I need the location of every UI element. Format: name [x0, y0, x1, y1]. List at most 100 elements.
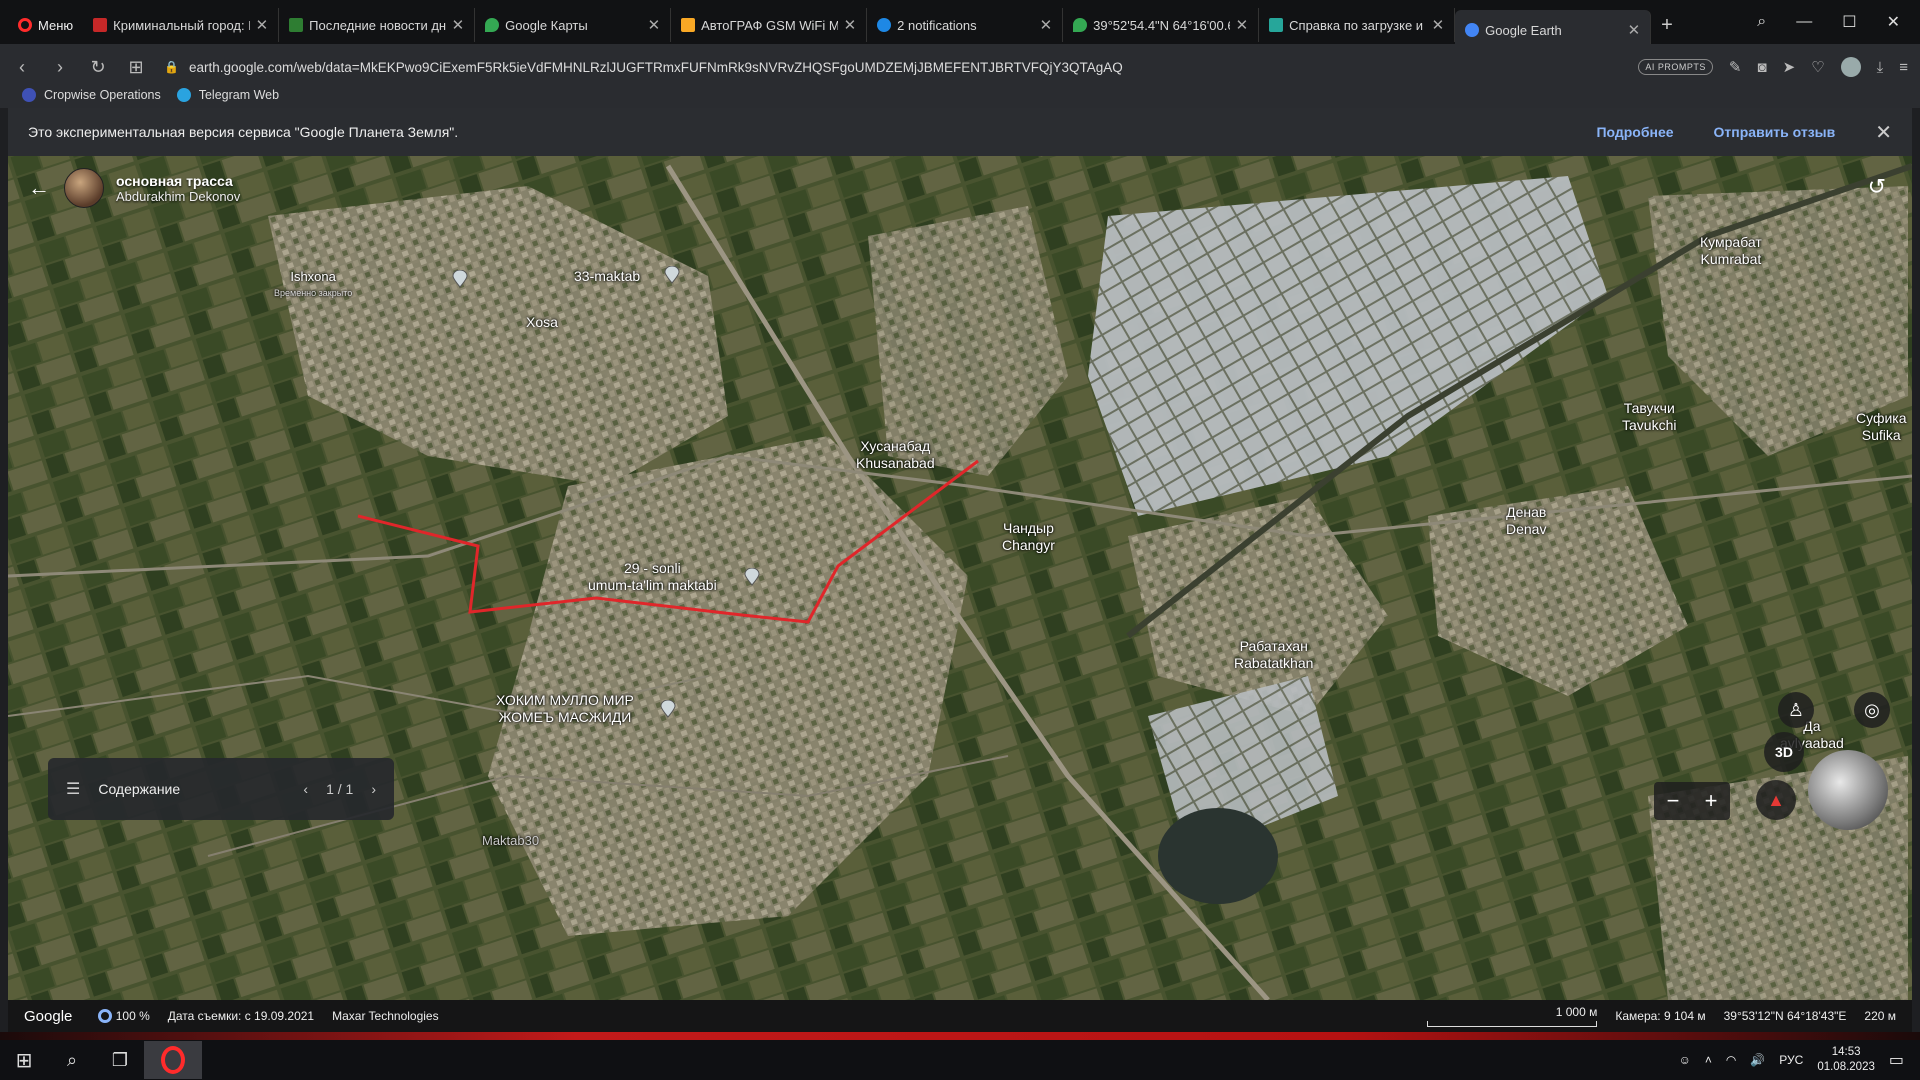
volume-icon[interactable]: 🔊 [1750, 1053, 1765, 1067]
place-label-changyr[interactable]: Чандыр Changyr [1002, 520, 1055, 554]
place-label-kumrabat[interactable]: Кумрабат Kumrabat [1700, 234, 1762, 268]
back-icon[interactable]: ‹ [12, 57, 32, 78]
reset-view-icon[interactable]: ↺ [1868, 174, 1886, 200]
clock[interactable]: 14:53 01.08.2023 [1817, 1045, 1875, 1075]
edit-icon[interactable]: ✎ [1729, 58, 1742, 76]
school-pin-icon[interactable] [744, 568, 760, 586]
page-indicator: 1 / 1 [326, 781, 354, 797]
tab-coordinates[interactable]: 39°52'54.4"N 64°16'00.6"E ✕ [1063, 8, 1260, 42]
close-window-icon[interactable]: ✕ [1887, 12, 1900, 32]
bookmark-telegram[interactable]: Telegram Web [176, 88, 280, 102]
place-label-rabatakhan[interactable]: Рабатахан Rabatatkhan [1234, 638, 1313, 672]
tab-close-icon[interactable]: ✕ [1628, 21, 1641, 39]
task-view-icon[interactable]: ❐ [96, 1040, 144, 1080]
notifications-icon[interactable]: ▭ [1889, 1050, 1904, 1070]
reload-icon[interactable]: ↻ [88, 57, 108, 78]
bookmark-cropwise[interactable]: Cropwise Operations [22, 88, 161, 102]
school-pin-icon[interactable] [664, 266, 680, 284]
tab-notifications[interactable]: 2 notifications ✕ [867, 8, 1064, 42]
bookmark-label: Cropwise Operations [44, 88, 161, 102]
prev-page-icon[interactable]: ‹ [303, 781, 308, 797]
place-label-denav[interactable]: Денав Denav [1506, 504, 1546, 538]
tab-close-icon[interactable]: ✕ [452, 16, 465, 34]
profile-avatar-icon[interactable] [1840, 57, 1861, 77]
minimize-icon[interactable]: — [1796, 13, 1812, 31]
place-label-ishxona[interactable]: Ishxona Временно закрыто [274, 268, 352, 302]
tab-favicon-icon [93, 18, 108, 32]
send-feedback-link[interactable]: Отправить отзыв [1714, 124, 1836, 140]
banner-close-icon[interactable]: ✕ [1875, 120, 1892, 145]
url-field[interactable]: 🔒 earth.google.com/web/data=MkEKPwo9CiEx… [164, 60, 1620, 75]
toggle-3d-button[interactable]: 3D [1764, 732, 1804, 772]
place-label-maktab33[interactable]: 33-maktab [574, 268, 640, 285]
tab-close-icon[interactable]: ✕ [648, 16, 661, 34]
zoom-out-icon[interactable]: − [1667, 788, 1680, 814]
project-author: Abdurakhim Dekonov [116, 188, 241, 204]
cropwise-icon [22, 88, 36, 102]
place-label-school29[interactable]: 29 - sonli umum-ta'lim maktabi [588, 560, 717, 594]
opera-logo-icon [18, 18, 32, 32]
tab-news[interactable]: Последние новости дня в ✕ [279, 8, 476, 42]
imagery-provider[interactable]: Maxar Technologies [332, 1009, 439, 1023]
zoom-in-icon[interactable]: + [1705, 788, 1718, 814]
camera-icon[interactable]: ◙ [1758, 59, 1767, 76]
language-indicator[interactable]: РУС [1779, 1053, 1803, 1067]
ground-elevation: 220 м [1864, 1009, 1896, 1023]
ai-prompts-button[interactable]: AI PROMPTS [1638, 59, 1713, 75]
earth-map-viewport[interactable]: ← основная трасса Abdurakhim Dekonov ↺ I… [8, 156, 1912, 1000]
tab-help[interactable]: Справка по загрузке и уст ✕ [1259, 8, 1456, 42]
tab-close-icon[interactable]: ✕ [1040, 16, 1053, 34]
place-label-tavukchi[interactable]: Тавукчи Tavukchi [1622, 400, 1676, 434]
place-label-maktab30[interactable]: Maktab30 [482, 832, 539, 849]
tab-label: АвтоГРАФ GSM WiFi Моск [701, 17, 837, 33]
windows-start-icon[interactable]: ⊞ [0, 1040, 48, 1080]
globe-minimap[interactable] [1808, 750, 1888, 830]
search-tabs-icon[interactable]: ⌕ [1757, 13, 1766, 31]
place-label-mosque[interactable]: ХОКИМ МУЛЛО МИР ЖОМЕЪ МАСЖИДИ [496, 692, 634, 726]
forward-icon[interactable]: › [50, 57, 70, 78]
tray-overflow-icon[interactable]: ˄ [1705, 1053, 1712, 1067]
opera-menu-button[interactable]: Меню [0, 0, 83, 50]
place-label-xosa[interactable]: Xosa [526, 314, 558, 331]
learn-more-link[interactable]: Подробнее [1596, 124, 1673, 140]
heart-icon[interactable]: ♡ [1811, 58, 1824, 76]
taskbar-opera-button[interactable] [144, 1041, 202, 1079]
new-tab-button[interactable]: + [1651, 14, 1683, 37]
tab-close-icon[interactable]: ✕ [1432, 16, 1445, 34]
search-icon[interactable]: ⌕ [48, 1040, 96, 1080]
tab-close-icon[interactable]: ✕ [256, 16, 269, 34]
easy-setup-icon[interactable]: ≡ [1899, 59, 1908, 76]
people-icon[interactable]: ☺ [1679, 1053, 1691, 1067]
download-icon[interactable]: ⤓ [1877, 59, 1884, 76]
mosque-pin-icon[interactable] [660, 700, 676, 718]
tab-close-icon[interactable]: ✕ [1236, 16, 1249, 34]
tab-criminal-city[interactable]: Криминальный город: Ра ✕ [83, 8, 280, 42]
bookmark-label: Telegram Web [198, 88, 280, 102]
google-logo: Google [24, 1007, 73, 1025]
pegman-icon[interactable]: ♙ [1778, 692, 1814, 728]
experimental-banner: Это экспериментальная версия сервиса "Go… [8, 108, 1912, 156]
place-label-khusanabad[interactable]: Хусанабад Khusanabad [856, 438, 935, 472]
network-icon[interactable]: ◠ [1726, 1053, 1736, 1067]
contents-title[interactable]: Содержание [98, 781, 285, 797]
place-label-sufika[interactable]: Суфика Sufika [1856, 410, 1907, 444]
back-arrow-icon[interactable]: ← [28, 175, 52, 201]
maximize-icon[interactable]: ☐ [1842, 12, 1856, 32]
map-pin-icon[interactable] [452, 270, 468, 288]
compass-icon[interactable]: ▲ [1756, 780, 1796, 820]
tab-google-maps[interactable]: Google Карты ✕ [475, 8, 672, 42]
tab-label: Последние новости дня в [309, 17, 446, 33]
send-icon[interactable]: ➤ [1783, 58, 1796, 76]
browser-tab-strip: Меню Криминальный город: Ра ✕ Последние н… [0, 0, 1920, 50]
lock-icon[interactable]: 🔒 [164, 60, 179, 74]
tab-close-icon[interactable]: ✕ [844, 16, 857, 34]
tab-avtograf[interactable]: АвтоГРАФ GSM WiFi Моск ✕ [671, 8, 868, 42]
scale-label: 1 000 м [1555, 1005, 1598, 1019]
speed-dial-icon[interactable]: ⊞ [126, 57, 146, 78]
clock-date: 01.08.2023 [1817, 1061, 1875, 1073]
my-location-icon[interactable]: ◎ [1854, 692, 1890, 728]
list-icon[interactable]: ☰ [66, 779, 80, 799]
next-page-icon[interactable]: › [371, 781, 376, 797]
tab-favicon-icon [1465, 23, 1480, 37]
tab-favicon-icon [681, 18, 696, 32]
